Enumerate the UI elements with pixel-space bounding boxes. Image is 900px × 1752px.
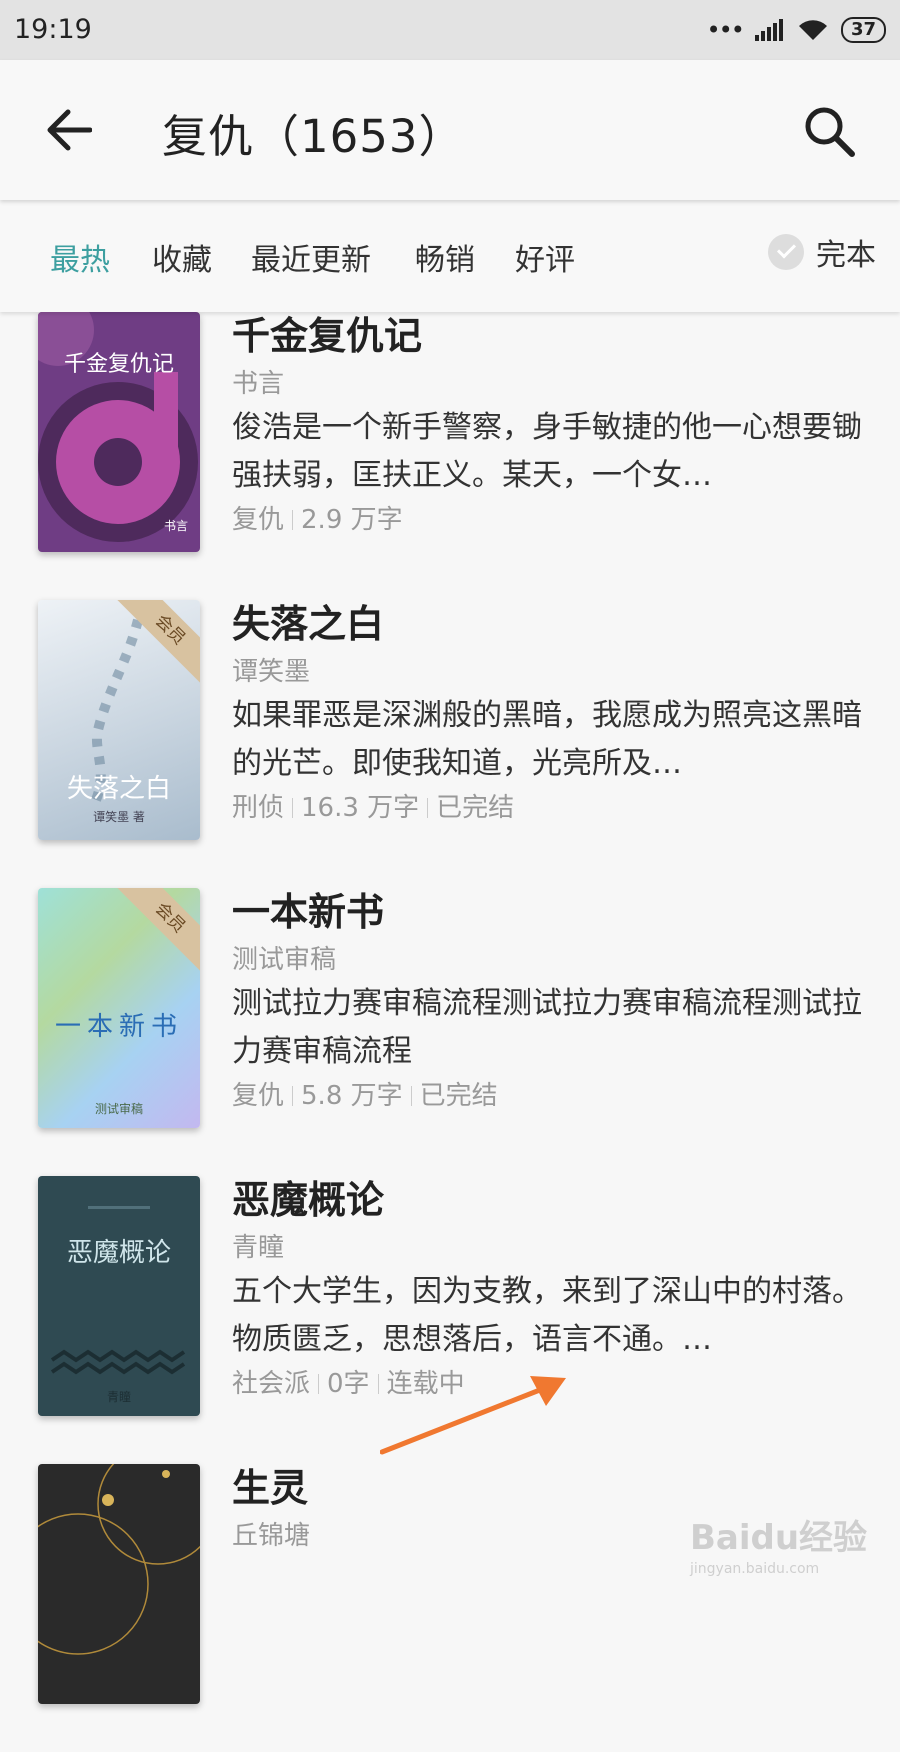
check-circle-icon <box>768 234 804 270</box>
book-word-count: 0字 <box>327 1369 370 1399</box>
tab-good-review[interactable]: 好评 <box>515 235 575 279</box>
status-bar: 19:19 ••• 37 <box>0 0 900 60</box>
book-description: 五个大学生，因为支教，来到了深山中的村落。物质匮乏，思想落后，语言不通。… <box>232 1274 862 1357</box>
cover-title: 恶魔概论 <box>66 1238 171 1268</box>
book-meta: 复仇 2.9 万字 <box>232 500 862 540</box>
list-item[interactable]: 生灵 丘锦塘 <box>0 1460 900 1752</box>
book-info: 失落之白 谭笑墨 如果罪恶是深渊般的黑暗，我愿成为照亮这黑暗的光芒。即使我知道，… <box>232 596 862 828</box>
book-genre: 复仇 <box>232 505 285 535</box>
cover-author: 书言 <box>163 519 188 533</box>
meta-divider <box>377 1374 379 1394</box>
meta-divider <box>410 1086 412 1106</box>
book-title: 生灵 <box>232 1466 309 1510</box>
complete-filter[interactable]: 完本 <box>768 230 876 274</box>
cover-title: 一本新书 <box>54 1012 183 1042</box>
status-icons: ••• 37 <box>706 16 886 44</box>
book-description: 如果罪恶是深渊般的黑暗，我愿成为照亮这黑暗的光芒。即使我知道，光亮所及… <box>232 698 862 781</box>
book-author: 青瞳 <box>232 1233 285 1263</box>
book-genre: 复仇 <box>232 1081 285 1111</box>
book-status: 已完结 <box>436 793 515 823</box>
tab-bestseller[interactable]: 畅销 <box>415 235 475 279</box>
watermark: Baidu经验 jingyan.baidu.com <box>690 1510 867 1577</box>
meta-divider <box>292 798 294 818</box>
watermark-main: Baidu经验 <box>690 1518 868 1558</box>
cover-author: 测试审稿 <box>94 1102 143 1116</box>
sort-tabs: 最热 收藏 最近更新 畅销 好评 完本 <box>0 200 900 312</box>
back-arrow-icon[interactable] <box>46 108 92 152</box>
status-time: 19:19 <box>14 14 92 45</box>
book-cover: 恶魔概论 青瞳 <box>38 1176 200 1416</box>
cover-author: 谭笑墨 著 <box>93 810 145 824</box>
book-status: 已完结 <box>419 1081 498 1111</box>
list-item[interactable]: 千金复仇记 书言 千金复仇记 书言 俊浩是一个新手警察，身手敏捷的他一心想要锄强… <box>0 308 900 600</box>
book-title: 恶魔概论 <box>232 1178 385 1222</box>
complete-label: 完本 <box>816 238 876 273</box>
vip-badge: 会员 <box>116 888 200 972</box>
book-word-count: 2.9 万字 <box>301 505 403 535</box>
signal-icon <box>754 19 783 41</box>
cover-author: 青瞳 <box>106 1390 131 1404</box>
list-item[interactable]: 会员 一本新书 测试审稿 一本新书 测试审稿 测试拉力赛审稿流程测试拉力赛审稿流… <box>0 884 900 1176</box>
book-cover <box>38 1464 200 1704</box>
book-word-count: 16.3 万字 <box>301 793 420 823</box>
book-cover: 千金复仇记 书言 <box>38 312 200 552</box>
book-title: 一本新书 <box>232 890 385 934</box>
more-dots-icon: ••• <box>706 16 744 44</box>
book-cover: 会员 失落之白 谭笑墨 著 <box>38 600 200 840</box>
book-word-count: 5.8 万字 <box>301 1081 403 1111</box>
watermark-sub: jingyan.baidu.com <box>690 1561 820 1577</box>
book-meta: 复仇 5.8 万字 已完结 <box>232 1076 862 1116</box>
book-title: 失落之白 <box>232 602 385 646</box>
annotation-arrow-icon <box>380 1376 566 1455</box>
book-genre: 社会派 <box>232 1369 311 1399</box>
book-author: 书言 <box>232 369 285 399</box>
book-info: 一本新书 测试审稿 测试拉力赛审稿流程测试拉力赛审稿流程测试拉力赛审稿流程 复仇… <box>232 884 862 1116</box>
top-app-bar: 复仇（1653） <box>0 60 900 200</box>
book-cover: 会员 一本新书 测试审稿 <box>38 888 200 1128</box>
book-description: 俊浩是一个新手警察，身手敏捷的他一心想要锄强扶弱，匡扶正义。某天，一个女… <box>232 410 862 493</box>
cover-title: 失落之白 <box>66 774 171 804</box>
cover-title: 千金复仇记 <box>63 352 174 377</box>
book-genre: 刑侦 <box>232 793 285 823</box>
wifi-icon <box>798 20 827 40</box>
list-item[interactable]: 会员 失落之白 谭笑墨 著 失落之白 谭笑墨 如果罪恶是深渊般的黑暗，我愿成为照… <box>0 596 900 888</box>
book-info: 千金复仇记 书言 俊浩是一个新手警察，身手敏捷的他一心想要锄强扶弱，匡扶正义。某… <box>232 308 862 540</box>
tab-favorites[interactable]: 收藏 <box>152 235 212 279</box>
meta-divider <box>292 1086 294 1106</box>
tab-recent-update[interactable]: 最近更新 <box>251 235 371 279</box>
battery-icon: 37 <box>840 17 886 43</box>
meta-divider <box>292 510 294 530</box>
book-meta: 刑侦 16.3 万字 已完结 <box>232 788 862 828</box>
book-title: 千金复仇记 <box>232 314 423 358</box>
page-title: 复仇（1653） <box>162 110 465 163</box>
search-icon[interactable] <box>802 104 856 158</box>
book-author: 测试审稿 <box>232 945 337 975</box>
book-description: 测试拉力赛审稿流程测试拉力赛审稿流程测试拉力赛审稿流程 <box>232 986 862 1069</box>
book-author: 谭笑墨 <box>232 657 311 687</box>
meta-divider <box>318 1374 320 1394</box>
tab-hot[interactable]: 最热 <box>50 235 110 279</box>
meta-divider <box>427 798 429 818</box>
